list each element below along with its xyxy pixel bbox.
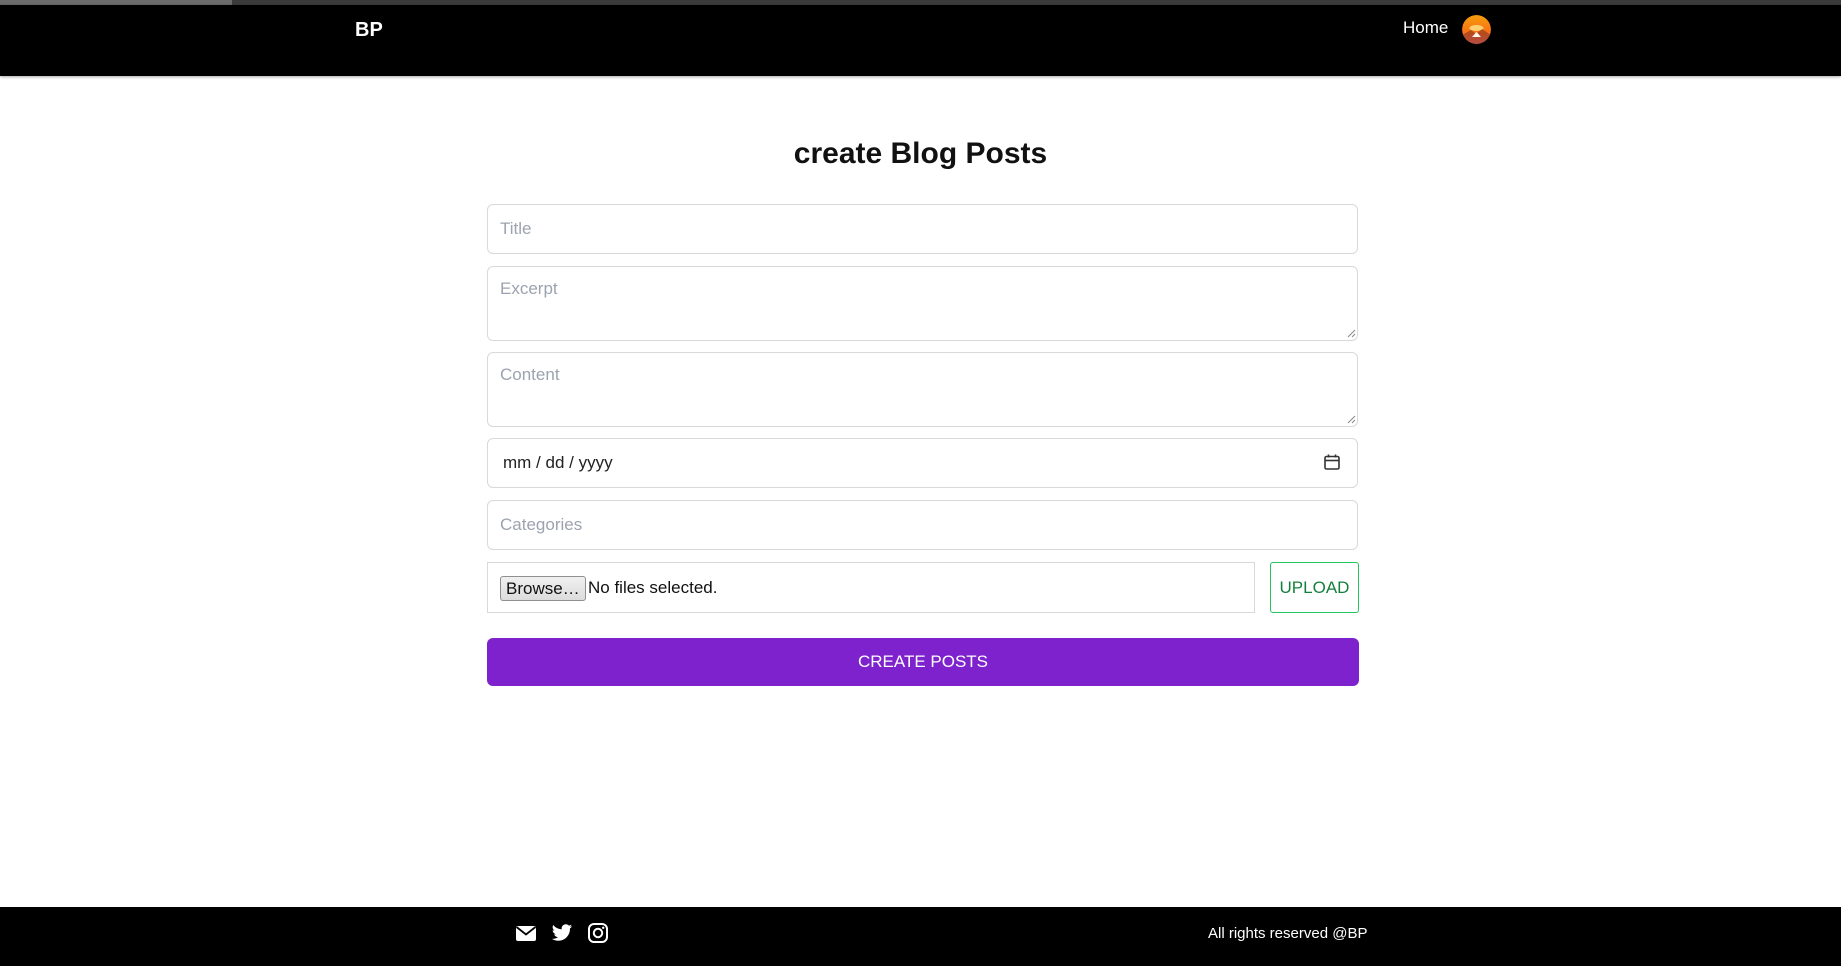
- file-status-text: No files selected.: [588, 578, 718, 597]
- content-resize-handle-icon[interactable]: [1346, 414, 1356, 424]
- title-input[interactable]: [487, 204, 1358, 254]
- mail-icon[interactable]: [515, 922, 537, 944]
- content-textarea[interactable]: [487, 352, 1358, 427]
- page: BP Home create Blog Posts Title Excerpt …: [0, 0, 1841, 966]
- footer: All rights reserved @BP: [0, 907, 1841, 966]
- nav-home-link[interactable]: Home: [1403, 18, 1448, 38]
- excerpt-resize-handle-icon[interactable]: [1346, 328, 1356, 338]
- calendar-icon[interactable]: [1323, 453, 1341, 471]
- date-placeholder: mm / dd / yyyy: [503, 453, 613, 472]
- page-title: create Blog Posts: [793, 137, 1048, 170]
- brand-logo-link[interactable]: BP: [355, 19, 383, 42]
- excerpt-textarea[interactable]: [487, 266, 1358, 341]
- twitter-icon[interactable]: [551, 922, 573, 944]
- create-posts-button[interactable]: CREATE POSTS: [487, 638, 1359, 686]
- file-input[interactable]: Browse… No files selected.: [487, 562, 1255, 613]
- avatar[interactable]: [1462, 15, 1491, 44]
- date-input[interactable]: mm / dd / yyyy: [487, 438, 1358, 488]
- instagram-icon[interactable]: [587, 922, 609, 944]
- copyright-text: All rights reserved @BP: [1208, 925, 1368, 942]
- browse-button[interactable]: Browse…: [500, 576, 586, 601]
- categories-input[interactable]: [487, 500, 1358, 550]
- upload-button[interactable]: UPLOAD: [1270, 562, 1359, 613]
- avatar-sunset-icon: [1462, 15, 1491, 44]
- navbar: BP Home: [0, 5, 1841, 76]
